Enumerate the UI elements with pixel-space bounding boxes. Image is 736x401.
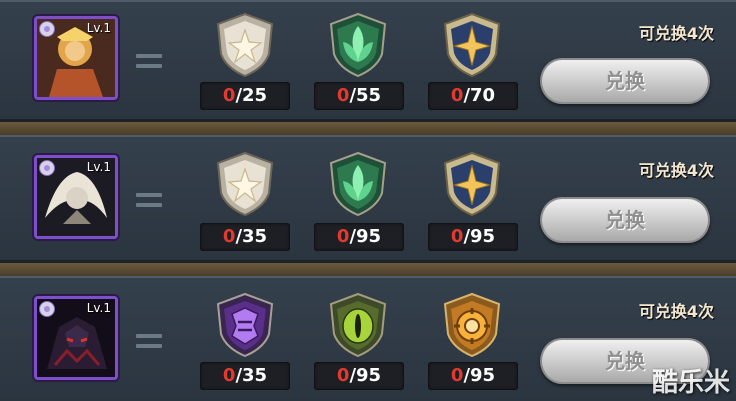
exchange-row-1: Lv.1 0/25 0/55 0/70 可兑换4次 兑换 (0, 0, 736, 122)
exchange-limit-label: 可兑换4次 (638, 161, 714, 180)
purple-crest-badge-icon (216, 292, 274, 358)
hero-level: Lv.1 (86, 21, 111, 35)
exchange-button[interactable]: 兑换 (540, 58, 710, 104)
hero-avatar[interactable]: Lv.1 (34, 155, 118, 239)
material-count: 0/55 (314, 82, 404, 110)
row-divider (0, 263, 736, 276)
exchange-limit-label: 可兑换4次 (638, 24, 714, 43)
gold-star-badge-icon (443, 12, 501, 78)
hero-level: Lv.1 (86, 301, 111, 315)
material-count: 0/95 (428, 223, 518, 251)
exchange-button[interactable]: 兑换 (540, 197, 710, 243)
hero-avatar[interactable]: Lv.1 (34, 296, 118, 380)
silver-star-badge-icon (216, 12, 274, 78)
material-count: 0/95 (314, 362, 404, 390)
exchange-limit-label: 可兑换4次 (638, 302, 714, 321)
green-leaf-badge-icon (329, 12, 387, 78)
equals-icon (136, 193, 162, 209)
equals-icon (136, 54, 162, 70)
silver-star-badge-icon (216, 151, 274, 217)
exchange-row-2: Lv.1 0/35 0/95 0/95 可兑换4次 兑换 (0, 135, 736, 263)
gold-star-badge-icon (443, 151, 501, 217)
watermark: 酷乐米 (651, 368, 730, 398)
hero-avatar[interactable]: Lv.1 (34, 16, 118, 100)
equals-icon (136, 334, 162, 350)
hero-level: Lv.1 (86, 160, 111, 174)
material-count: 0/95 (314, 223, 404, 251)
star-rank-icon (39, 160, 55, 176)
row-divider (0, 122, 736, 135)
exchange-row-3: Lv.1 0/35 0/95 0/95 可兑换4次 兑换 (0, 276, 736, 401)
material-count: 0/35 (200, 362, 290, 390)
star-rank-icon (39, 301, 55, 317)
material-count: 0/35 (200, 223, 290, 251)
green-leaf-badge-icon (329, 151, 387, 217)
green-eye-badge-icon (329, 292, 387, 358)
material-count: 0/25 (200, 82, 290, 110)
star-rank-icon (39, 21, 55, 37)
orange-gear-badge-icon (443, 292, 501, 358)
material-count: 0/95 (428, 362, 518, 390)
material-count: 0/70 (428, 82, 518, 110)
